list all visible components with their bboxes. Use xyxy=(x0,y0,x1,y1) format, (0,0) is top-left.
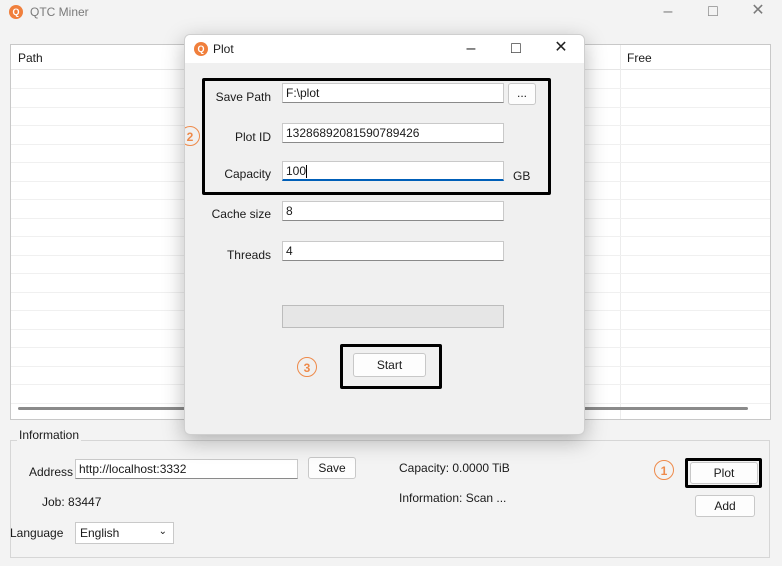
minimize-icon[interactable]: – xyxy=(460,41,482,57)
plot-progress-bar xyxy=(282,305,504,328)
minimize-icon[interactable]: – xyxy=(658,4,678,20)
maximize-icon[interactable]: □ xyxy=(505,41,527,57)
information-status: Information: Scan ... xyxy=(399,491,507,505)
capacity-input[interactable]: 100 xyxy=(282,161,504,181)
close-icon[interactable]: ✕ xyxy=(550,40,572,56)
step-1-marker: 1 xyxy=(654,460,674,480)
column-header-path[interactable]: Path xyxy=(18,51,43,65)
plot-dialog: Q Plot – □ ✕ 2 Save Path F:\plot ... Plo… xyxy=(184,34,585,435)
threads-label: Threads xyxy=(226,248,271,262)
capacity-status: Capacity: 0.0000 TiB xyxy=(399,461,510,475)
chevron-down-icon: ⌄ xyxy=(158,526,167,537)
address-input[interactable]: http://localhost:3332 xyxy=(75,459,298,479)
plot-id-input[interactable]: 13286892081590789426 xyxy=(282,123,504,143)
capacity-unit: GB xyxy=(513,169,531,183)
step-3-marker: 3 xyxy=(297,357,317,377)
job-text: Job: 83447 xyxy=(42,495,102,509)
dialog-title-bar: Q Plot – □ ✕ xyxy=(185,35,584,63)
close-icon[interactable]: ✕ xyxy=(748,3,768,19)
language-select-value: English xyxy=(80,526,120,540)
dialog-title: Plot xyxy=(213,42,234,56)
browse-button[interactable]: ... xyxy=(508,83,536,105)
cache-size-input[interactable]: 8 xyxy=(282,201,504,221)
plot-id-label: Plot ID xyxy=(234,130,271,144)
save-address-button[interactable]: Save xyxy=(308,457,356,479)
capacity-input-value: 100 xyxy=(286,164,307,178)
qtc-logo-icon: Q xyxy=(9,5,23,19)
qtc-logo-icon: Q xyxy=(194,42,208,56)
information-group-label: Information xyxy=(17,428,82,442)
language-label: Language xyxy=(10,526,64,540)
save-path-input[interactable]: F:\plot xyxy=(282,83,504,103)
save-path-label: Save Path xyxy=(215,90,271,104)
plot-button[interactable]: Plot xyxy=(690,462,758,484)
maximize-icon[interactable]: □ xyxy=(703,4,723,20)
text-cursor xyxy=(306,165,308,179)
add-button[interactable]: Add xyxy=(695,495,755,517)
start-button[interactable]: Start xyxy=(353,353,426,377)
cache-size-label: Cache size xyxy=(211,207,271,221)
threads-input[interactable]: 4 xyxy=(282,241,504,261)
main-title-bar: Q QTC Miner – □ ✕ xyxy=(0,0,782,26)
capacity-label: Capacity xyxy=(224,167,271,181)
address-label: Address xyxy=(29,465,74,479)
column-header-free[interactable]: Free xyxy=(627,51,652,65)
main-window-title: QTC Miner xyxy=(30,5,89,19)
language-select[interactable]: English ⌄ xyxy=(75,522,174,544)
